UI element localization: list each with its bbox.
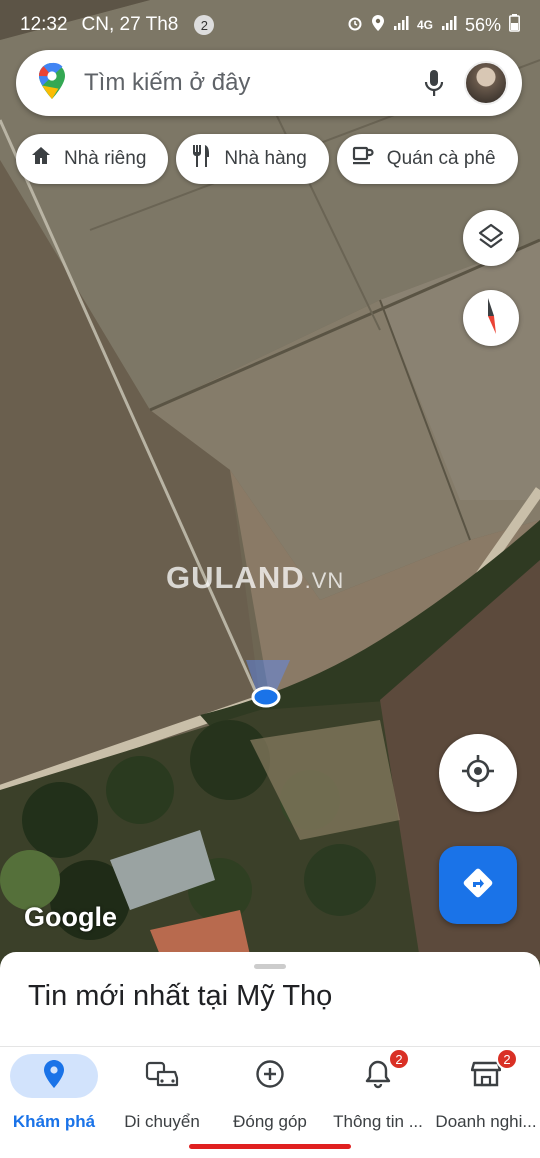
chip-label: Nhà riêng <box>64 148 147 169</box>
nav-icon-wrap: 2 <box>334 1048 422 1098</box>
network-type: 4G <box>416 18 433 32</box>
status-date: CN, 27 Th8 <box>81 14 179 35</box>
signal-icon <box>393 15 409 36</box>
notification-count-badge: 2 <box>194 15 215 35</box>
category-chips: Nhà riêng Nhà hàng Quán cà phê <box>16 134 518 184</box>
compass-button[interactable] <box>463 290 519 346</box>
chip-coffee[interactable]: Quán cà phê <box>336 134 518 184</box>
nav-label: Di chuyển <box>124 1112 200 1131</box>
updates-badge: 2 <box>388 1048 410 1070</box>
battery-icon <box>509 13 520 37</box>
watermark-main: GULAND <box>166 560 305 595</box>
status-time: 12:32 <box>20 14 68 35</box>
layers-icon <box>477 222 505 255</box>
nav-icon-wrap <box>226 1054 314 1098</box>
bottom-navigation: Khám phá Di chuyển Đóng góp 2 Thông tin … <box>0 1046 540 1158</box>
alarm-icon <box>347 15 363 36</box>
chip-restaurant[interactable]: Nhà hàng <box>176 134 329 184</box>
status-left: 12:32 CN, 27 Th8 2 <box>20 14 215 36</box>
chip-label: Nhà hàng <box>224 148 307 169</box>
sheet-title: Tin mới nhất tại Mỹ Thọ <box>28 980 333 1012</box>
status-right: 4G 56% <box>347 13 520 37</box>
nav-label: Khám phá <box>12 1112 96 1131</box>
chip-home[interactable]: Nhà riêng <box>16 134 169 184</box>
nav-label: Đóng góp <box>233 1112 307 1131</box>
search-bar[interactable]: Tìm kiếm ở đây <box>16 50 522 116</box>
watermark-suffix: .VN <box>304 568 345 593</box>
explore-pin-icon <box>43 1059 65 1094</box>
nav-business[interactable]: 2 Doanh nghi... <box>432 1047 540 1158</box>
avatar[interactable] <box>464 61 508 105</box>
chip-label: Quán cà phê <box>386 148 496 169</box>
nav-icon-wrap: 2 <box>442 1048 530 1098</box>
signal-icon-2 <box>441 15 457 36</box>
nav-explore[interactable]: Khám phá <box>0 1047 108 1158</box>
nav-label: Doanh nghi... <box>435 1112 537 1131</box>
nav-active-pill <box>10 1054 98 1098</box>
gesture-bar[interactable] <box>189 1144 351 1149</box>
nav-updates[interactable]: 2 Thông tin ... <box>324 1047 432 1158</box>
my-location-button[interactable] <box>439 734 517 812</box>
sheet-drag-handle[interactable] <box>254 964 286 969</box>
coffee-icon <box>351 145 375 173</box>
status-bar: 12:32 CN, 27 Th8 2 4G 56% <box>0 0 540 50</box>
location-icon <box>371 14 385 37</box>
nav-icon-wrap <box>118 1054 206 1098</box>
microphone-icon[interactable] <box>414 63 454 103</box>
compass-icon <box>481 296 501 341</box>
crosshair-icon <box>461 754 495 793</box>
battery-percent: 56% <box>464 14 501 35</box>
nav-commute[interactable]: Di chuyển <box>108 1047 216 1158</box>
directions-button[interactable] <box>439 846 517 924</box>
google-maps-pin-icon <box>38 62 66 105</box>
google-logo: Google <box>24 902 117 932</box>
nav-contribute[interactable]: Đóng góp <box>216 1047 324 1158</box>
contribute-icon <box>255 1059 285 1094</box>
restaurant-icon <box>190 144 212 174</box>
guland-watermark: GULAND.VN <box>166 560 344 596</box>
search-input[interactable]: Tìm kiếm ở đây <box>84 69 414 97</box>
layers-button[interactable] <box>463 210 519 266</box>
bottom-sheet[interactable]: Tin mới nhất tại Mỹ Thọ <box>0 952 540 1048</box>
home-icon <box>30 145 52 173</box>
directions-icon <box>462 867 494 904</box>
nav-label: Thông tin ... <box>333 1112 423 1131</box>
business-badge: 2 <box>496 1048 518 1070</box>
updates-bell-icon <box>365 1059 391 1094</box>
commute-icon <box>145 1060 179 1093</box>
